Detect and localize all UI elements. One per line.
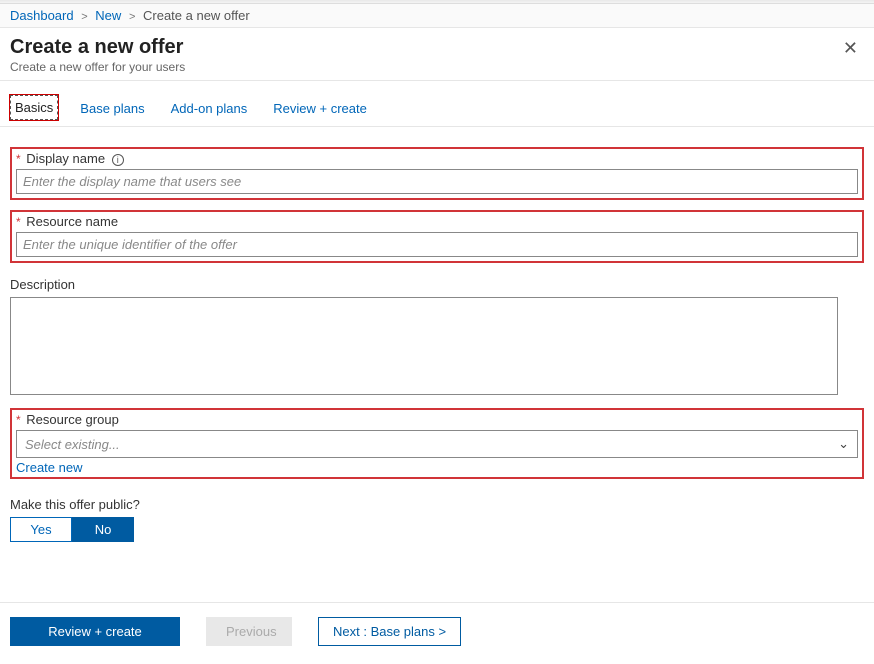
resource-name-group: * Resource name [10, 210, 864, 263]
page-title: Create a new offer [10, 36, 837, 59]
resource-name-label: Resource name [26, 214, 118, 229]
tab-base-plans[interactable]: Base plans [76, 97, 148, 120]
make-public-yes-button[interactable]: Yes [10, 517, 72, 542]
resource-group-select[interactable]: Select existing... ⌄ [16, 430, 858, 458]
breadcrumb-link-dashboard[interactable]: Dashboard [10, 8, 74, 23]
chevron-right-icon: > [81, 11, 87, 23]
chevron-down-icon: ⌄ [838, 436, 849, 452]
required-indicator: * [16, 413, 21, 427]
display-name-group: * Display name i [10, 147, 864, 200]
required-indicator: * [16, 152, 21, 166]
tab-review-create[interactable]: Review + create [269, 97, 371, 120]
create-new-link[interactable]: Create new [16, 460, 82, 475]
make-public-group: Make this offer public? Yes No [10, 497, 864, 542]
description-input[interactable] [10, 297, 838, 395]
page-subtitle: Create a new offer for your users [10, 60, 837, 74]
breadcrumb: Dashboard > New > Create a new offer [0, 4, 874, 28]
resource-group-group: * Resource group Select existing... ⌄ Cr… [10, 408, 864, 479]
breadcrumb-link-new[interactable]: New [95, 8, 121, 23]
description-group: Description [10, 277, 864, 398]
display-name-input[interactable] [16, 169, 858, 194]
info-icon[interactable]: i [112, 154, 124, 166]
make-public-label: Make this offer public? [10, 497, 864, 512]
resource-name-input[interactable] [16, 232, 858, 257]
required-indicator: * [16, 215, 21, 229]
tab-bar: Basics Base plans Add-on plans Review + … [0, 81, 874, 127]
footer-bar: Review + create Previous Next : Base pla… [0, 602, 874, 664]
chevron-right-icon: > [129, 11, 135, 23]
page-header: Create a new offer Create a new offer fo… [0, 28, 874, 81]
breadcrumb-current: Create a new offer [143, 8, 250, 23]
tab-addon-plans[interactable]: Add-on plans [167, 97, 252, 120]
close-icon[interactable]: ✕ [837, 36, 864, 61]
tab-basics[interactable]: Basics [10, 95, 58, 120]
resource-group-label: Resource group [26, 412, 119, 427]
make-public-no-button[interactable]: No [72, 517, 134, 542]
resource-group-placeholder: Select existing... [25, 437, 120, 452]
description-label: Description [10, 277, 834, 292]
display-name-label: Display name [26, 151, 105, 166]
